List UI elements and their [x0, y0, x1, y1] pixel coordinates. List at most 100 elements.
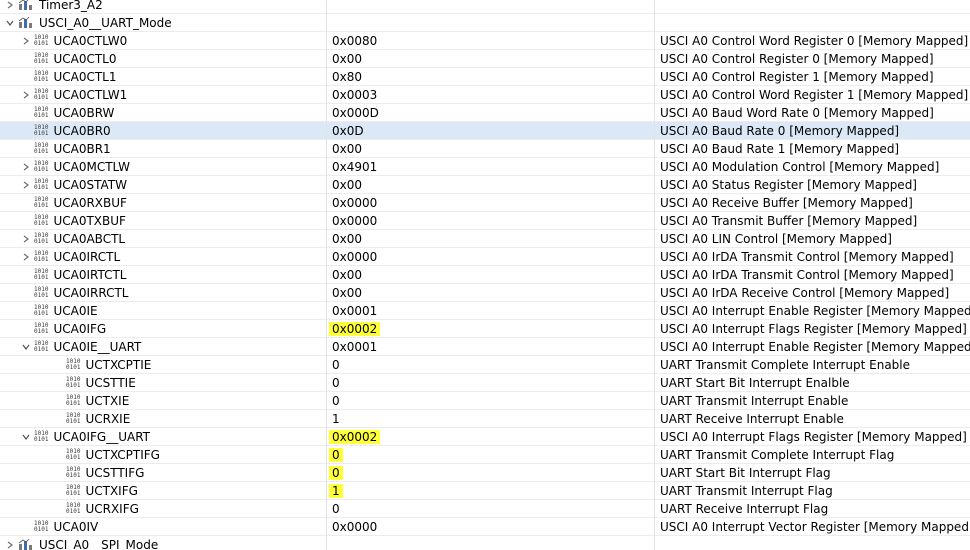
column-separator-description[interactable]	[654, 0, 655, 550]
tree-row-uca0irrctl[interactable]: 1010 0101 UCA0IRRCTL 0x00 USCI A0 IrDA Recei…	[0, 284, 970, 302]
tree-row-usci-a0--uart-mode[interactable]: USCI_A0__UART_Mode	[0, 14, 970, 32]
value-cell[interactable]: 0x00	[332, 266, 362, 283]
value-cell[interactable]: 0x00	[332, 284, 362, 301]
tree-row-usci-a0--spi-mode[interactable]: USCI_A0__SPI_Mode	[0, 536, 970, 550]
tree-row-uca0ifg[interactable]: 1010 0101 UCA0IFG 0x0002 USCI A0 Interrupt F…	[0, 320, 970, 338]
tree-row-ucsttifg[interactable]: 1010 0101 UCSTTIFG 0 UART Start Bit Interrup…	[0, 464, 970, 482]
row-value[interactable]: 0x0001	[332, 304, 377, 318]
value-cell[interactable]: 0x80	[332, 68, 362, 85]
tree-row-uca0ifg--uart[interactable]: 1010 0101 UCA0IFG__UART 0x0002 USCI A0 Inter…	[0, 428, 970, 446]
tree-row-uca0ie[interactable]: 1010 0101 UCA0IE 0x0001 USCI A0 Interrupt En…	[0, 302, 970, 320]
tree-row-uca0txbuf[interactable]: 1010 0101 UCA0TXBUF 0x0000 USCI A0 Transmit …	[0, 212, 970, 230]
chevron-right-icon[interactable]	[20, 32, 32, 49]
tree-row-ucrxifg[interactable]: 1010 0101 UCRXIFG 0 UART Receive Interrupt F…	[0, 500, 970, 518]
tree-row-uctxcptie[interactable]: 1010 0101 UCTXCPTIE 0 UART Transmit Complete…	[0, 356, 970, 374]
value-cell[interactable]: 0x0000	[332, 248, 377, 265]
row-value[interactable]: 1	[329, 483, 343, 498]
row-value[interactable]: 1	[332, 412, 340, 426]
row-value[interactable]: 0x0001	[332, 340, 377, 354]
row-value[interactable]: 0	[329, 447, 343, 462]
tree-row-ucsttie[interactable]: 1010 0101 UCSTTIE 0 UART Start Bit Interrupt…	[0, 374, 970, 392]
row-value[interactable]: 0x0000	[332, 520, 377, 534]
value-cell[interactable]: 0	[332, 392, 340, 409]
tree-row-uca0ie--uart[interactable]: 1010 0101 UCA0IE__UART 0x0001 USCI A0 Interr…	[0, 338, 970, 356]
tree-row-uca0statw[interactable]: 1010 0101 UCA0STATW 0x00 USCI A0 Status Regi…	[0, 176, 970, 194]
value-cell[interactable]: 0x00	[332, 50, 362, 67]
row-value[interactable]: 0x0000	[332, 214, 377, 228]
value-cell[interactable]: 0x0000	[332, 518, 377, 535]
value-cell[interactable]: 0x0002	[329, 428, 381, 445]
row-value[interactable]: 0x4901	[332, 160, 377, 174]
tree-row-uctxcptifg[interactable]: 1010 0101 UCTXCPTIFG 0 UART Transmit Complet…	[0, 446, 970, 464]
chevron-right-icon[interactable]	[20, 248, 32, 265]
column-separator-value[interactable]	[326, 0, 327, 550]
tree-row-uca0irtctl[interactable]: 1010 0101 UCA0IRTCTL 0x00 USCI A0 IrDA Trans…	[0, 266, 970, 284]
tree-row-timer3-a2[interactable]: Timer3_A2	[0, 0, 970, 14]
chevron-right-icon[interactable]	[20, 176, 32, 193]
value-cell[interactable]: 0x4901	[332, 158, 377, 175]
value-cell[interactable]: 0x00	[332, 176, 362, 193]
row-value[interactable]: 0x0D	[332, 124, 364, 138]
tree-row-uca0iv[interactable]: 1010 0101 UCA0IV 0x0000 USCI A0 Interrupt Ve…	[0, 518, 970, 536]
value-cell[interactable]: 0	[332, 374, 340, 391]
value-cell[interactable]: 0x0002	[329, 320, 381, 337]
row-value[interactable]: 0x00	[332, 178, 362, 192]
value-cell[interactable]: 0x000D	[332, 104, 379, 121]
row-value[interactable]: 0x00	[332, 52, 362, 66]
chevron-right-icon[interactable]	[4, 0, 16, 13]
row-value[interactable]: 0x00	[332, 142, 362, 156]
value-cell[interactable]: 0x00	[332, 230, 362, 247]
value-cell[interactable]: 0x0000	[332, 194, 377, 211]
chevron-down-icon[interactable]	[4, 14, 16, 31]
value-cell[interactable]: 0x0000	[332, 212, 377, 229]
value-cell[interactable]: 0	[332, 356, 340, 373]
row-value[interactable]: 0x0080	[332, 34, 377, 48]
row-value[interactable]: 0	[332, 502, 340, 516]
value-cell[interactable]: 1	[332, 410, 340, 427]
row-value[interactable]: 0	[329, 465, 343, 480]
row-value[interactable]: 0x0003	[332, 88, 377, 102]
row-value[interactable]: 0x00	[332, 286, 362, 300]
chevron-right-icon[interactable]	[4, 536, 16, 550]
registers-tree[interactable]: Timer3_A2 USCI_A0__UART_Mode 1010 0101 UCA0C…	[0, 0, 970, 550]
chevron-right-icon[interactable]	[20, 158, 32, 175]
value-cell[interactable]: 0	[329, 464, 343, 481]
tree-row-uca0ctl1[interactable]: 1010 0101 UCA0CTL1 0x80 USCI A0 Control Regi…	[0, 68, 970, 86]
tree-row-ucrxie[interactable]: 1010 0101 UCRXIE 1 UART Receive Interrupt En…	[0, 410, 970, 428]
tree-row-uca0irctl[interactable]: 1010 0101 UCA0IRCTL 0x0000 USCI A0 IrDA Tran…	[0, 248, 970, 266]
value-cell[interactable]: 0x0001	[332, 302, 377, 319]
tree-row-uca0ctl0[interactable]: 1010 0101 UCA0CTL0 0x00 USCI A0 Control Regi…	[0, 50, 970, 68]
tree-row-uca0br1[interactable]: 1010 0101 UCA0BR1 0x00 USCI A0 Baud Rate 1 […	[0, 140, 970, 158]
value-cell[interactable]: 0x0D	[332, 122, 364, 139]
tree-row-uca0ctlw1[interactable]: 1010 0101 UCA0CTLW1 0x0003 USCI A0 Control W…	[0, 86, 970, 104]
chevron-down-icon[interactable]	[20, 428, 32, 445]
value-cell[interactable]: 0	[329, 446, 343, 463]
tree-row-uca0ctlw0[interactable]: 1010 0101 UCA0CTLW0 0x0080 USCI A0 Control W…	[0, 32, 970, 50]
value-cell[interactable]: 0x0080	[332, 32, 377, 49]
tree-row-uca0br0[interactable]: 1010 0101 UCA0BR0 0x0D USCI A0 Baud Rate 0 […	[0, 122, 970, 140]
row-value[interactable]: 0x0002	[329, 429, 381, 444]
tree-row-uca0rxbuf[interactable]: 1010 0101 UCA0RXBUF 0x0000 USCI A0 Receive B…	[0, 194, 970, 212]
tree-row-uca0brw[interactable]: 1010 0101 UCA0BRW 0x000D USCI A0 Baud Word R…	[0, 104, 970, 122]
row-value[interactable]: 0x0000	[332, 196, 377, 210]
tree-row-uctxifg[interactable]: 1010 0101 UCTXIFG 1 UART Transmit Interrupt …	[0, 482, 970, 500]
row-value[interactable]: 0x00	[332, 232, 362, 246]
chevron-right-icon[interactable]	[20, 86, 32, 103]
row-value[interactable]: 0	[332, 394, 340, 408]
chevron-down-icon[interactable]	[20, 338, 32, 355]
row-value[interactable]: 0x00	[332, 268, 362, 282]
chevron-right-icon[interactable]	[20, 230, 32, 247]
value-cell[interactable]: 0x00	[332, 140, 362, 157]
value-cell[interactable]: 0x0001	[332, 338, 377, 355]
row-value[interactable]: 0x0002	[329, 321, 381, 336]
value-cell[interactable]: 0	[332, 500, 340, 517]
row-value[interactable]: 0	[332, 376, 340, 390]
tree-row-uca0abctl[interactable]: 1010 0101 UCA0ABCTL 0x00 USCI A0 LIN Control…	[0, 230, 970, 248]
tree-row-uca0mctlw[interactable]: 1010 0101 UCA0MCTLW 0x4901 USCI A0 Modulatio…	[0, 158, 970, 176]
row-value[interactable]: 0x0000	[332, 250, 377, 264]
row-value[interactable]: 0x80	[332, 70, 362, 84]
value-cell[interactable]: 1	[329, 482, 343, 499]
row-value[interactable]: 0	[332, 358, 340, 372]
tree-row-uctxie[interactable]: 1010 0101 UCTXIE 0 UART Transmit Interrupt E…	[0, 392, 970, 410]
row-value[interactable]: 0x000D	[332, 106, 379, 120]
